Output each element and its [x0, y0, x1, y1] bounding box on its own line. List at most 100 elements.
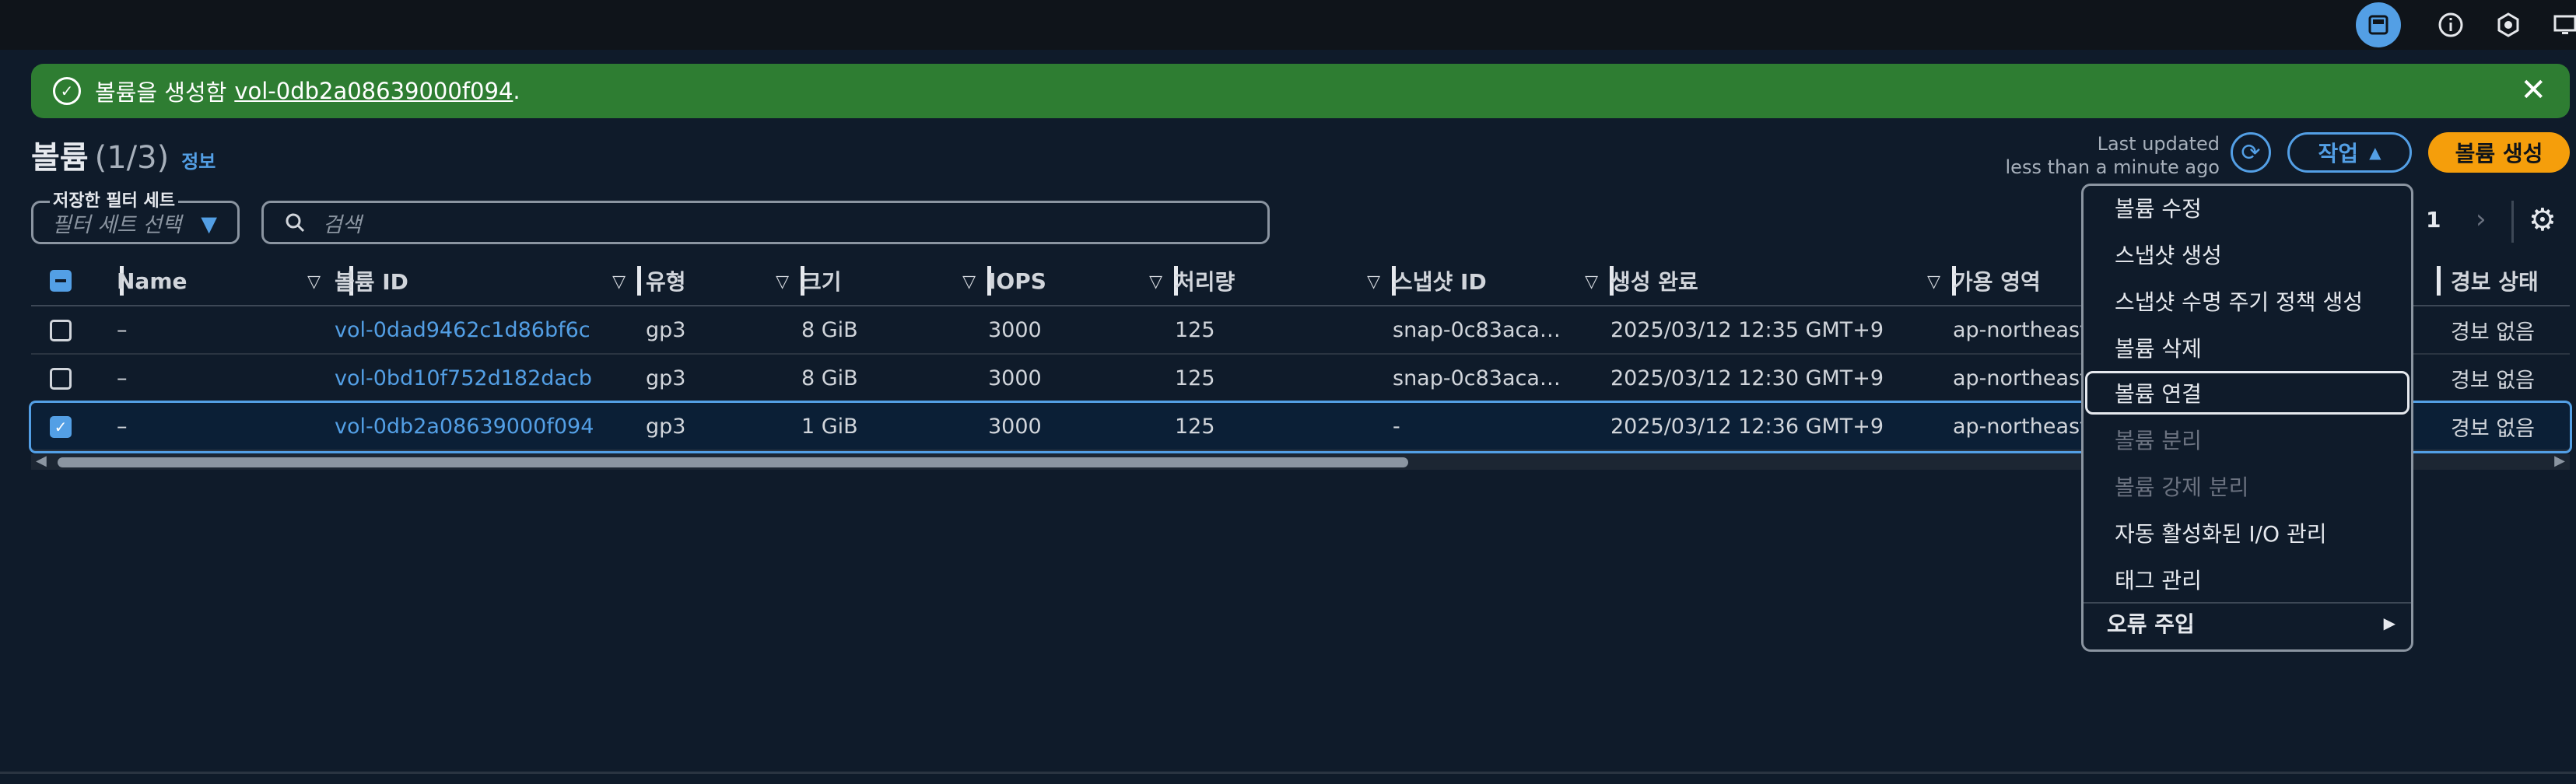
cell-alarm: 경보 없음: [2451, 416, 2535, 441]
submenu-arrow-icon: ▶: [2383, 614, 2396, 632]
info-link[interactable]: 정보: [181, 151, 216, 173]
settings-hex-icon[interactable]: [2491, 8, 2525, 42]
cell-iops: 3000: [988, 317, 1042, 342]
menu-item-delete-volume[interactable]: 볼륨 삭제: [2115, 326, 2202, 369]
menu-item-manage-auto-io[interactable]: 자동 활성화된 I/O 관리: [2115, 511, 2327, 555]
cell-throughput: 125: [1175, 366, 1215, 390]
cell-volume-id[interactable]: vol-0db2a08639000f094: [335, 403, 594, 450]
cell-alarm: 경보 없음: [2451, 368, 2535, 393]
gear-icon[interactable]: ⚙: [2529, 202, 2564, 238]
col-size[interactable]: 크기 ▽: [801, 257, 991, 305]
saved-filter-set-label: 저장한 필터 세트: [50, 187, 178, 212]
toolbar-divider: [2511, 201, 2514, 243]
sort-icon[interactable]: ▽: [1149, 272, 1162, 292]
col-throughput[interactable]: 처리량 ▽: [1175, 257, 1396, 305]
menu-item-create-lifecycle-policy[interactable]: 스냅샷 수명 주기 정책 생성: [2115, 279, 2363, 323]
cell-name: –: [117, 366, 128, 390]
success-flash-banner: ✓ 볼륨을 생성함 vol-0db2a08639000f094 . ✕: [31, 64, 2570, 118]
cell-snapshot-id: snap-0c83aca…: [1393, 317, 1561, 342]
info-icon[interactable]: [2434, 8, 2468, 42]
sort-icon[interactable]: ▽: [962, 272, 976, 292]
col-alarm-status[interactable]: 경보 상태: [2437, 257, 2567, 305]
flash-message: 볼륨을 생성함: [95, 79, 227, 106]
menu-item-attach-volume[interactable]: 볼륨 연결: [2085, 371, 2410, 415]
column-divider[interactable]: [637, 266, 641, 296]
col-snapshot-id[interactable]: 스냅샷 ID ▽: [1393, 257, 1614, 305]
column-divider[interactable]: [2437, 266, 2441, 296]
last-updated-value: less than a minute ago: [2005, 156, 2220, 178]
submenu-fault-injection[interactable]: 오류 주입: [2107, 607, 2195, 639]
menu-item-modify-volume[interactable]: 볼륨 수정: [2115, 186, 2202, 229]
menu-item-manage-tags[interactable]: 태그 관리: [2115, 558, 2202, 601]
cell-name: –: [117, 317, 128, 342]
cell-throughput: 125: [1175, 317, 1215, 342]
actions-button[interactable]: 작업 ▲: [2287, 132, 2412, 173]
caret-down-icon: ▼: [201, 212, 217, 236]
cell-type: gp3: [646, 317, 686, 342]
col-iops-label: IOPS: [988, 268, 1046, 294]
panel-icon[interactable]: [2356, 2, 2401, 47]
col-iops[interactable]: IOPS ▽: [988, 257, 1178, 305]
flash-suffix: .: [513, 78, 520, 104]
col-name-label: Name: [117, 268, 188, 294]
cell-size: 1 GiB: [801, 414, 858, 439]
cell-created: 2025/03/12 12:35 GMT+9: [1610, 317, 1884, 342]
col-snapshot-id-label: 스냅샷 ID: [1393, 269, 1487, 295]
row-checkbox[interactable]: [50, 320, 72, 341]
cell-size: 8 GiB: [801, 366, 858, 390]
menu-item-force-detach-volume: 볼륨 강제 분리: [2115, 474, 2249, 500]
cell-size: 8 GiB: [801, 317, 858, 342]
col-volume-id-label: 볼륨 ID: [335, 269, 408, 295]
close-icon[interactable]: ✕: [2520, 75, 2546, 106]
col-name[interactable]: Name ▽: [117, 257, 353, 305]
search-icon: [286, 213, 305, 233]
col-alarm-label: 경보 상태: [2451, 269, 2539, 295]
search-placeholder: 검색: [323, 212, 362, 237]
create-volume-button[interactable]: 볼륨 생성: [2428, 132, 2570, 173]
cell-name: –: [117, 414, 128, 439]
sort-icon[interactable]: ▽: [1927, 272, 1940, 292]
scrollbar-thumb[interactable]: [58, 457, 1408, 467]
col-type-label: 유형: [646, 269, 686, 295]
cell-snapshot-id: -: [1393, 414, 1400, 439]
cell-type: gp3: [646, 366, 686, 390]
actions-label: 작업: [2318, 141, 2359, 166]
menu-divider: [2084, 602, 2411, 604]
next-page-icon[interactable]: ›: [2476, 204, 2487, 235]
current-page[interactable]: 1: [2426, 207, 2441, 233]
col-az-label: 가용 영역: [1953, 269, 2041, 295]
saved-filter-set-placeholder: 필터 세트 선택: [52, 212, 182, 237]
sort-icon[interactable]: ▽: [1585, 272, 1598, 292]
selection-count: (1/3): [94, 140, 170, 176]
col-throughput-label: 처리량: [1175, 269, 1235, 295]
top-navigation-bar: [0, 0, 2576, 50]
cell-iops: 3000: [988, 414, 1042, 439]
last-updated-label: Last updated: [2097, 133, 2220, 155]
refresh-button[interactable]: ⟳: [2231, 132, 2271, 173]
flash-volume-link[interactable]: vol-0db2a08639000f094: [234, 78, 513, 104]
cell-alarm: 경보 없음: [2451, 320, 2535, 345]
cell-volume-id[interactable]: vol-0bd10f752d182dacb: [335, 355, 592, 401]
select-all-checkbox[interactable]: [50, 270, 72, 292]
cell-created: 2025/03/12 12:36 GMT+9: [1610, 414, 1884, 439]
col-type[interactable]: 유형 ▽: [646, 257, 804, 305]
cell-type: gp3: [646, 414, 686, 439]
sort-icon[interactable]: ▽: [307, 272, 321, 292]
col-volume-id[interactable]: 볼륨 ID ▽: [335, 257, 641, 305]
last-updated: Last updated less than a minute ago: [2006, 132, 2220, 179]
sort-icon[interactable]: ▽: [612, 272, 626, 292]
search-input[interactable]: 검색: [261, 201, 1270, 244]
sort-icon[interactable]: ▽: [1367, 272, 1380, 292]
col-created[interactable]: 생성 완료 ▽: [1610, 257, 1956, 305]
sort-icon[interactable]: ▽: [776, 272, 789, 292]
screen-icon[interactable]: [2549, 8, 2576, 42]
row-checkbox-checked[interactable]: ✓: [50, 416, 72, 438]
cell-snapshot-id: snap-0c83aca…: [1393, 366, 1561, 390]
scroll-right-icon[interactable]: ▶: [2554, 453, 2565, 469]
scroll-left-icon[interactable]: ◀: [36, 453, 47, 469]
cell-volume-id[interactable]: vol-0dad9462c1d86bf6c: [335, 306, 591, 353]
refresh-icon: ⟳: [2241, 138, 2261, 166]
row-checkbox[interactable]: [50, 368, 72, 390]
cell-throughput: 125: [1175, 414, 1215, 439]
menu-item-create-snapshot[interactable]: 스냅샷 생성: [2115, 233, 2222, 276]
